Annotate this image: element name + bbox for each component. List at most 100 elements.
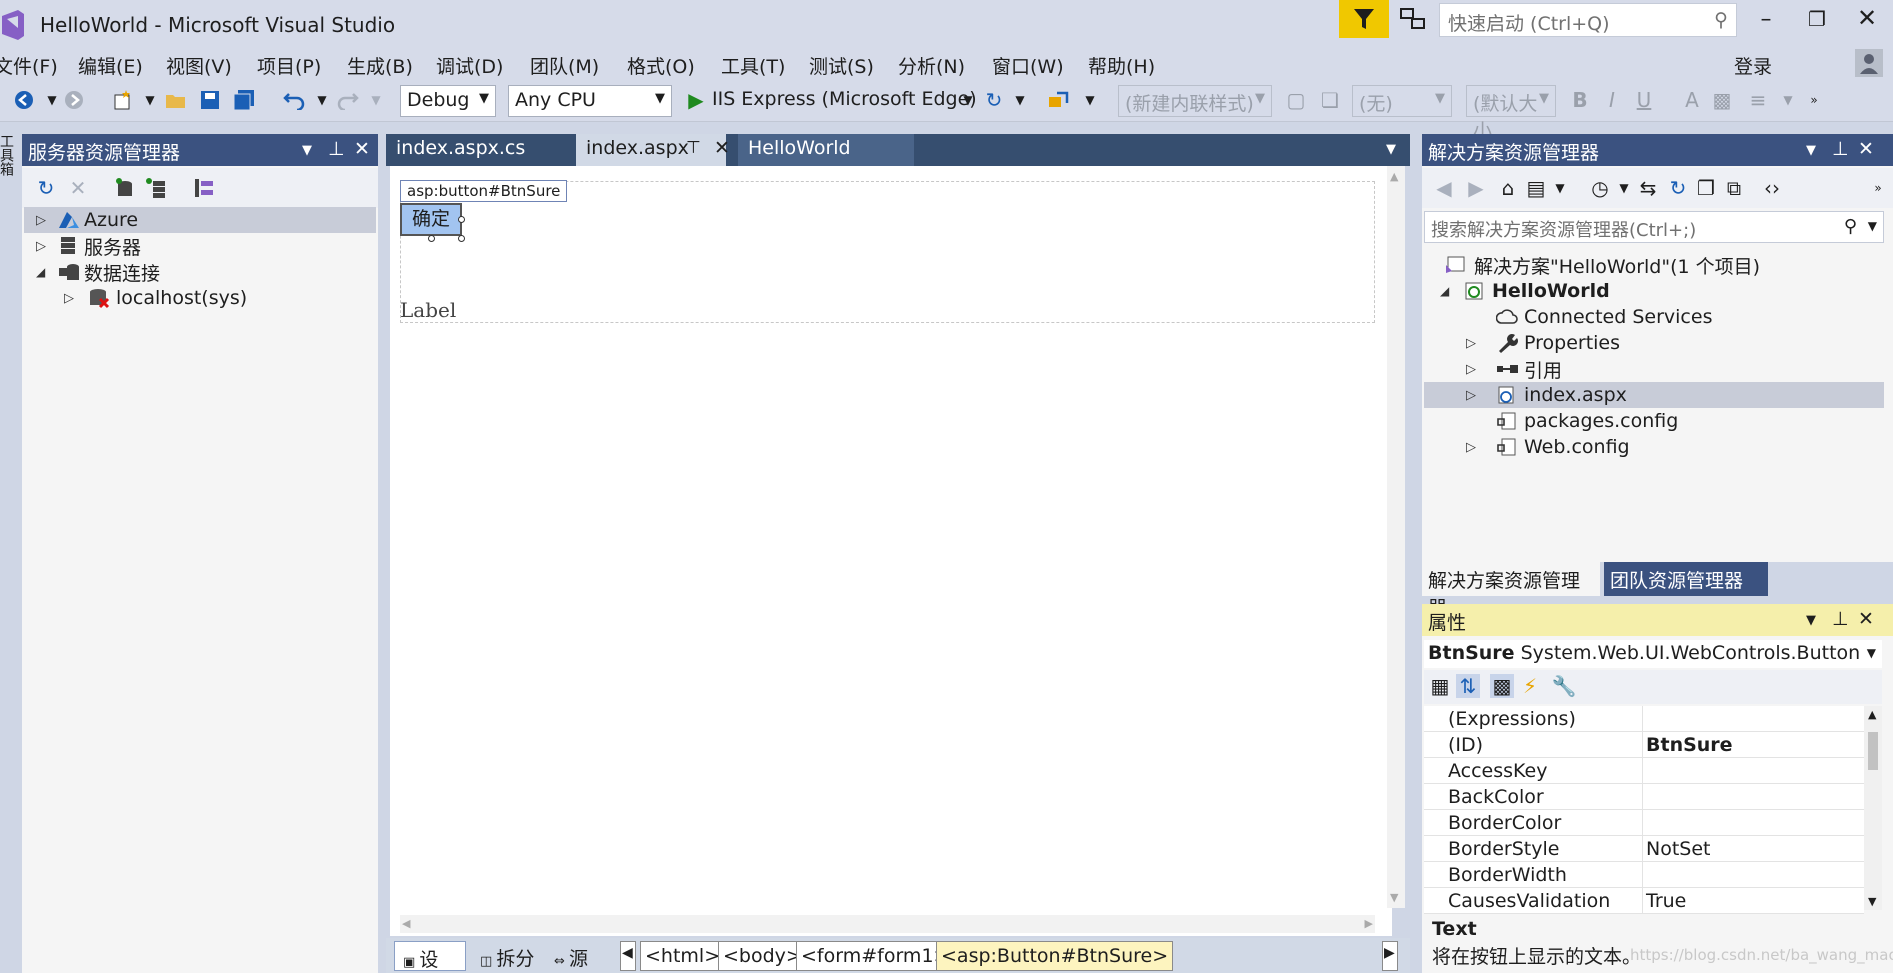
tab-pin-icon[interactable]: ⊤ bbox=[686, 138, 701, 158]
run-dropdown-icon[interactable]: ▼ bbox=[956, 88, 980, 112]
align-dropdown-icon[interactable]: ▼ bbox=[1776, 88, 1800, 112]
expand-icon[interactable]: ▷ bbox=[36, 239, 54, 254]
tree-item-solution[interactable]: 解决方案"HelloWorld"(1 个项目) bbox=[1424, 252, 1884, 278]
target-rule-icon[interactable]: ❏ bbox=[1318, 88, 1342, 112]
tree-item-properties[interactable]: ▷ Properties bbox=[1424, 330, 1884, 356]
scroll-down-icon[interactable]: ▼ bbox=[1390, 891, 1398, 904]
breadcrumb-form[interactable]: <form#form1> bbox=[796, 941, 955, 971]
toolbar-overflow-icon[interactable]: » bbox=[1866, 176, 1890, 200]
horizontal-scrollbar[interactable]: ◀ ▶ bbox=[400, 915, 1375, 933]
resize-handle-right[interactable] bbox=[458, 216, 465, 223]
back-icon[interactable]: ◀ bbox=[1432, 176, 1456, 200]
pending-dropdown-icon[interactable]: ▼ bbox=[1612, 176, 1636, 200]
highlight-icon[interactable]: ▩ bbox=[1710, 88, 1734, 112]
login-link[interactable]: 登录 bbox=[1734, 52, 1772, 79]
tree-item-connected-services[interactable]: Connected Services bbox=[1424, 304, 1884, 330]
property-row[interactable]: BorderStyle NotSet bbox=[1424, 836, 1864, 862]
property-row[interactable]: BorderWidth bbox=[1424, 862, 1864, 888]
show-all-files-icon[interactable]: ⧉ bbox=[1722, 176, 1746, 200]
solution-search-input[interactable]: 搜索解决方案资源管理器(Ctrl+;) ⚲ ▼ bbox=[1424, 211, 1884, 243]
tab-solution-explorer[interactable]: 解决方案资源管理器 bbox=[1422, 562, 1600, 619]
scroll-down-icon[interactable]: ▼ bbox=[1868, 895, 1876, 908]
property-object-select[interactable]: BtnSure System.Web.UI.WebControls.Button… bbox=[1424, 640, 1882, 668]
collapse-icon[interactable]: ◢ bbox=[36, 265, 54, 279]
solution-config-select[interactable]: Debug ▼ bbox=[400, 85, 496, 117]
collapse-all-icon[interactable]: ❐ bbox=[1694, 176, 1718, 200]
menu-view[interactable]: 视图(V) bbox=[166, 52, 232, 79]
view-source-tab[interactable]: ⇔ 源 bbox=[546, 941, 596, 971]
breadcrumb-next-button[interactable]: ▶ bbox=[1382, 941, 1398, 971]
property-row[interactable]: BackColor bbox=[1424, 784, 1864, 810]
menu-team[interactable]: 团队(M) bbox=[530, 52, 599, 79]
open-folder-icon[interactable] bbox=[164, 88, 188, 112]
back-icon[interactable] bbox=[12, 88, 36, 112]
pending-changes-icon[interactable]: ◷ bbox=[1588, 176, 1612, 200]
close-icon[interactable]: ✕ bbox=[1858, 138, 1874, 160]
tab-helloworld[interactable]: HelloWorld bbox=[738, 134, 914, 166]
save-all-icon[interactable] bbox=[232, 88, 256, 112]
categorized-icon[interactable]: ▦ bbox=[1428, 674, 1452, 698]
pin-icon[interactable]: ⊥ bbox=[1832, 608, 1849, 630]
menu-build[interactable]: 生成(B) bbox=[347, 52, 413, 79]
close-window-button[interactable]: ✕ bbox=[1854, 4, 1880, 32]
menu-edit[interactable]: 编辑(E) bbox=[78, 52, 143, 79]
scroll-up-icon[interactable]: ▲ bbox=[1868, 708, 1876, 721]
properties-view-icon[interactable]: ▩ bbox=[1490, 674, 1514, 698]
tree-item-azure[interactable]: ▷ Azure bbox=[24, 207, 376, 233]
panel-menu-icon[interactable]: ▼ bbox=[1806, 143, 1816, 158]
scroll-thumb[interactable] bbox=[1868, 732, 1878, 770]
refresh-browser-icon[interactable]: ↻ bbox=[982, 88, 1006, 112]
underline-button[interactable]: U bbox=[1632, 88, 1656, 112]
property-row[interactable]: (ID) BtnSure bbox=[1424, 732, 1864, 758]
user-avatar-icon[interactable] bbox=[1855, 49, 1883, 77]
redo-dropdown-icon[interactable]: ▼ bbox=[364, 88, 388, 112]
target-rule-select[interactable]: (无) ▼ bbox=[1352, 85, 1452, 117]
forward-icon[interactable] bbox=[62, 88, 86, 112]
search-options-icon[interactable]: ▼ bbox=[1868, 219, 1877, 233]
properties-scrollbar[interactable]: ▲ ▼ bbox=[1864, 706, 1882, 910]
forward-icon[interactable]: ▶ bbox=[1464, 176, 1488, 200]
expand-icon[interactable]: ▷ bbox=[1466, 388, 1484, 403]
quick-launch-input[interactable]: 快速启动 (Ctrl+Q) ⚲ bbox=[1439, 3, 1737, 37]
menu-analyze[interactable]: 分析(N) bbox=[898, 52, 965, 79]
property-pages-icon[interactable]: 🔧 bbox=[1552, 674, 1577, 698]
breadcrumb-html[interactable]: <html> bbox=[640, 941, 726, 971]
vertical-scrollbar[interactable]: ▲ ▼ bbox=[1387, 166, 1405, 908]
scroll-left-icon[interactable]: ◀ bbox=[402, 917, 410, 930]
refresh-icon[interactable]: ↻ bbox=[1666, 176, 1690, 200]
resize-handle-corner[interactable] bbox=[458, 235, 465, 242]
overflow-icon[interactable]: ▼ bbox=[1078, 88, 1102, 112]
property-row[interactable]: (Expressions) bbox=[1424, 706, 1864, 732]
browser-link-icon[interactable] bbox=[1046, 88, 1070, 112]
property-value[interactable]: BtnSure bbox=[1646, 734, 1733, 756]
view-split-tab[interactable]: ◫ 拆分 bbox=[472, 941, 542, 971]
minimize-button[interactable]: – bbox=[1755, 6, 1777, 32]
switch-views-dropdown-icon[interactable]: ▼ bbox=[1548, 176, 1572, 200]
back-dropdown-icon[interactable]: ▼ bbox=[40, 88, 64, 112]
tree-item-servers[interactable]: ▷ 服务器 bbox=[24, 233, 376, 259]
toolbox-tab[interactable]: 工具箱 bbox=[0, 134, 16, 176]
refresh-icon[interactable]: ↻ bbox=[34, 176, 58, 200]
expand-icon[interactable]: ▷ bbox=[64, 291, 82, 306]
menu-format[interactable]: 格式(O) bbox=[627, 52, 695, 79]
close-icon[interactable]: ✕ bbox=[354, 138, 370, 160]
pin-icon[interactable]: ⊥ bbox=[1832, 138, 1849, 160]
code-view-icon[interactable]: ‹› bbox=[1760, 176, 1784, 200]
breadcrumb-body[interactable]: <body> bbox=[718, 941, 807, 971]
azure-connect-icon[interactable] bbox=[192, 176, 216, 200]
run-icon[interactable]: ▶ bbox=[684, 88, 708, 112]
menu-project[interactable]: 项目(P) bbox=[257, 52, 321, 79]
collapse-icon[interactable]: ◢ bbox=[1440, 284, 1458, 298]
platform-select[interactable]: Any CPU ▼ bbox=[508, 85, 672, 117]
resize-handle-bottom[interactable] bbox=[428, 235, 435, 242]
close-icon[interactable]: ✕ bbox=[1858, 608, 1874, 630]
tab-close-icon[interactable]: ✕ bbox=[714, 137, 730, 159]
tree-item-web-config[interactable]: ▷ Web.config bbox=[1424, 434, 1884, 460]
expand-icon[interactable]: ▷ bbox=[1466, 362, 1484, 377]
tree-item-data-connections[interactable]: ◢ 数据连接 bbox=[24, 259, 376, 285]
tab-index-aspx-cs[interactable]: index.aspx.cs bbox=[386, 134, 576, 166]
tree-item-localhost[interactable]: ▷ localhost(sys) bbox=[24, 285, 376, 311]
style-select[interactable]: (新建内联样式) ▼ bbox=[1118, 85, 1272, 117]
home-icon[interactable]: ⌂ bbox=[1496, 176, 1520, 200]
menu-help[interactable]: 帮助(H) bbox=[1088, 52, 1155, 79]
